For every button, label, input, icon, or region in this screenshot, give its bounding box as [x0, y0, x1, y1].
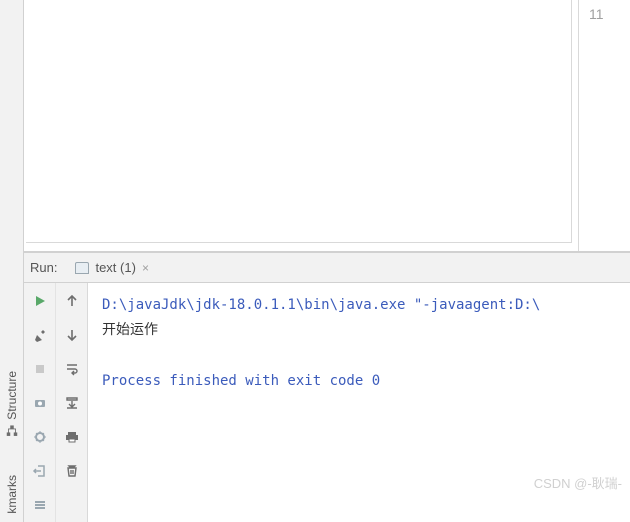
- up-arrow-button[interactable]: [60, 289, 84, 313]
- application-icon: [75, 262, 89, 274]
- exit-button[interactable]: [28, 459, 52, 483]
- line-number: 11: [589, 6, 604, 22]
- editor-area[interactable]: 11: [24, 0, 630, 252]
- left-tool-rail: Structure kmarks: [0, 0, 24, 522]
- structure-tool-window-button[interactable]: Structure: [5, 371, 19, 438]
- run-toolbar-right: [56, 283, 88, 522]
- run-toolbar-left: [24, 283, 56, 522]
- structure-label: Structure: [5, 371, 19, 420]
- console-exit: Process finished with exit code 0: [102, 373, 380, 389]
- console-output[interactable]: D:\javaJdk\jdk-18.0.1.1\bin\java.exe "-j…: [88, 283, 630, 522]
- editor-right-gutter: 11: [578, 0, 630, 251]
- console-line: 开始运作: [102, 322, 158, 338]
- more-icon[interactable]: [28, 493, 52, 517]
- dump-threads-button[interactable]: [28, 391, 52, 415]
- rerun-button[interactable]: [28, 289, 52, 313]
- run-title: Run:: [30, 260, 57, 275]
- stop-button[interactable]: [28, 357, 52, 381]
- edit-config-button[interactable]: [28, 323, 52, 347]
- console-command: D:\javaJdk\jdk-18.0.1.1\bin\java.exe "-j…: [102, 297, 540, 313]
- scroll-to-end-button[interactable]: [60, 391, 84, 415]
- bookmarks-label: kmarks: [5, 475, 19, 514]
- run-tab[interactable]: text (1) ×: [69, 258, 154, 277]
- down-arrow-button[interactable]: [60, 323, 84, 347]
- layout-settings-button[interactable]: [28, 425, 52, 449]
- soft-wrap-button[interactable]: [60, 357, 84, 381]
- run-header: Run: text (1) ×: [24, 253, 630, 283]
- bookmarks-tool-window-button[interactable]: kmarks: [5, 475, 19, 514]
- print-button[interactable]: [60, 425, 84, 449]
- run-tool-window: Run: text (1) ×: [24, 252, 630, 522]
- editor-canvas[interactable]: [26, 0, 572, 243]
- structure-icon: [5, 423, 19, 437]
- close-icon[interactable]: ×: [142, 261, 149, 275]
- run-tab-label: text (1): [95, 260, 135, 275]
- clear-all-button[interactable]: [60, 459, 84, 483]
